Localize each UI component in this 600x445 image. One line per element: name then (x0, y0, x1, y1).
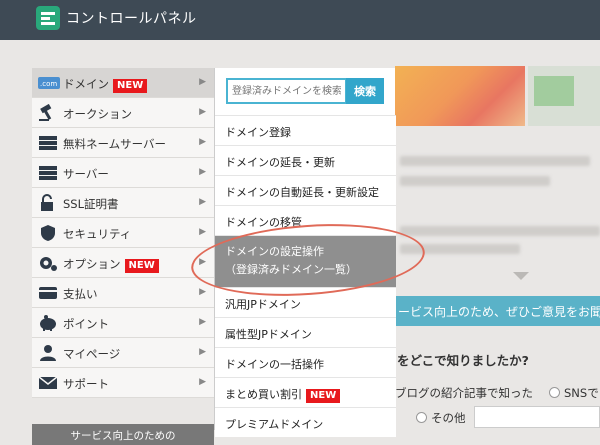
domain-submenu: 検索 ドメイン登録 ドメインの延長・更新 ドメインの自動延長・更新設定 ドメイン… (214, 68, 396, 437)
menu-item-domain-renew[interactable]: ドメインの延長・更新 (215, 145, 396, 175)
chevron-right-icon: ▶ (199, 77, 206, 87)
gear-icon (38, 254, 58, 272)
chevron-right-icon: ▶ (199, 257, 206, 267)
chevron-right-icon: ▶ (199, 197, 206, 207)
lock-icon (38, 194, 58, 212)
sidebar-item-options[interactable]: オプション NEW ▶ (32, 248, 214, 278)
survey-other-input[interactable] (474, 406, 600, 428)
promo-banner[interactable] (395, 66, 525, 126)
shield-icon (38, 224, 58, 242)
radio-icon[interactable] (549, 387, 560, 398)
blurred-text (400, 226, 600, 236)
menu-item-domain-register[interactable]: ドメイン登録 (215, 115, 396, 145)
survey-option-blog[interactable]: ブログの紹介記事で知った (380, 385, 533, 401)
sidebar-item-support[interactable]: サポート ▶ (32, 368, 214, 398)
survey-question: をどこで知りましたか? (397, 353, 529, 368)
promo-banner-2[interactable] (528, 66, 600, 126)
menu-item-domain-settings[interactable]: ドメインの設定操作 （登録済みドメイン一覧） (215, 235, 396, 287)
survey-option-sns[interactable]: SNSで (549, 385, 599, 401)
menu-item-attribute-jp[interactable]: 属性型JPドメイン (215, 317, 396, 347)
chevron-right-icon: ▶ (199, 227, 206, 237)
menu-item-bulk-discount[interactable]: まとめ買い割引 NEW (215, 377, 396, 407)
app-header: コントロールパネル (0, 0, 600, 40)
server-icon (38, 164, 58, 182)
chevron-right-icon: ▶ (199, 347, 206, 357)
domain-search-input[interactable] (226, 78, 347, 104)
new-badge: NEW (306, 389, 341, 403)
sidebar-item-free-nameserver[interactable]: 無料ネームサーバー ▶ (32, 128, 214, 158)
server-icon (38, 134, 58, 152)
search-button[interactable]: 検索 (346, 78, 384, 104)
svg-text:.com: .com (40, 80, 57, 88)
card-icon (38, 284, 58, 302)
sidebar-footer[interactable]: サービス向上のための (32, 424, 214, 445)
radio-icon[interactable] (416, 412, 427, 423)
sidebar-item-domain[interactable]: .com ドメイン NEW ▶ (32, 68, 214, 98)
sidebar-item-security[interactable]: セキュリティ ▶ (32, 218, 214, 248)
menu-item-premium-domain[interactable]: プレミアムドメイン (215, 407, 396, 437)
new-badge: NEW (113, 79, 148, 93)
menu-item-domain-auto-renew[interactable]: ドメインの自動延長・更新設定 (215, 175, 396, 205)
new-badge: NEW (124, 259, 159, 273)
survey-banner-text: ービス向上のため、ぜひご意見をお聞 (398, 305, 600, 319)
sidebar-item-server[interactable]: サーバー ▶ (32, 158, 214, 188)
sidebar-item-auction[interactable]: オークション ▶ (32, 98, 214, 128)
blurred-text (400, 156, 590, 166)
page-title: コントロールパネル (66, 11, 197, 27)
sidebar-item-payment[interactable]: 支払い ▶ (32, 278, 214, 308)
sidebar-item-ssl[interactable]: SSL証明書 ▶ (32, 188, 214, 218)
sidebar-menu: .com ドメイン NEW ▶ オークション ▶ 無料ネームサーバー ▶ サーバー… (32, 68, 214, 398)
user-icon (38, 344, 58, 362)
domain-search: 検索 (226, 78, 384, 104)
chevron-right-icon: ▶ (199, 317, 206, 327)
com-icon: .com (38, 74, 60, 92)
menu-item-domain-transfer[interactable]: ドメインの移管 (215, 205, 396, 235)
survey-option-other[interactable]: その他 (416, 410, 466, 426)
chevron-right-icon: ▶ (199, 137, 206, 147)
sidebar-item-mypage[interactable]: マイページ ▶ (32, 338, 214, 368)
piggy-icon (38, 314, 58, 332)
chevron-right-icon: ▶ (199, 377, 206, 387)
control-panel-logo-icon (36, 6, 60, 30)
chevron-right-icon: ▶ (199, 167, 206, 177)
chevron-right-icon: ▶ (199, 287, 206, 297)
menu-item-bulk-operation[interactable]: ドメインの一括操作 (215, 347, 396, 377)
sidebar-item-points[interactable]: ポイント ▶ (32, 308, 214, 338)
blurred-text (400, 244, 520, 254)
mail-icon (38, 374, 58, 392)
chevron-right-icon: ▶ (199, 107, 206, 117)
blurred-text (400, 176, 550, 186)
gavel-icon (38, 103, 58, 122)
expand-arrow-icon[interactable] (513, 272, 529, 280)
menu-item-generic-jp[interactable]: 汎用JPドメイン (215, 287, 396, 317)
